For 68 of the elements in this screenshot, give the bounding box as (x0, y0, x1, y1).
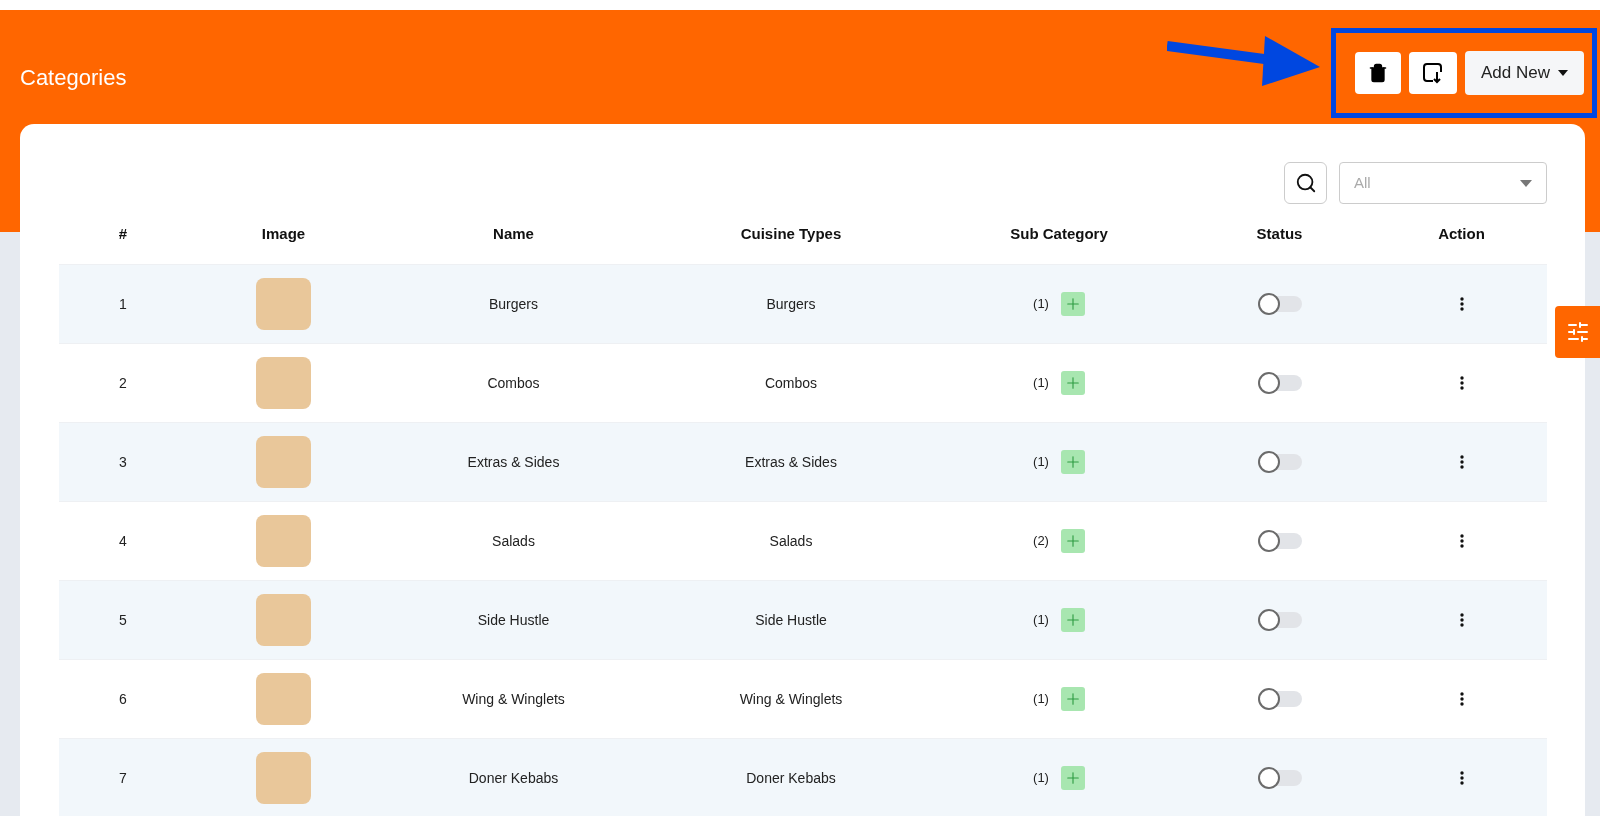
status-toggle[interactable] (1257, 451, 1302, 473)
search-icon (1294, 172, 1317, 194)
column-header: Action (1438, 223, 1485, 244)
row-number: 6 (119, 689, 127, 709)
more-icon (1459, 455, 1464, 469)
row-number: 2 (119, 373, 127, 393)
more-icon (1459, 297, 1464, 311)
column-header: Image (261, 223, 306, 244)
category-name: Combos (487, 373, 540, 393)
cuisine-type: Wing & Winglets (739, 689, 843, 709)
row-number: 5 (119, 610, 127, 630)
caret-icon (1558, 70, 1568, 76)
photo-placeholder (256, 357, 311, 409)
status-toggle[interactable] (1257, 767, 1302, 789)
sliders-icon (1565, 320, 1590, 344)
import-icon (1422, 62, 1444, 84)
row-number: 1 (119, 294, 127, 314)
photo-placeholder (256, 278, 311, 330)
cuisine-type: Salads (769, 531, 813, 551)
page-title: Categories (20, 63, 127, 92)
status-toggle[interactable] (1257, 609, 1302, 631)
settings-tab[interactable] (1555, 306, 1600, 358)
category-name: Salads (492, 531, 535, 551)
caret-icon (1520, 179, 1532, 187)
subcategory-count: (1) (1033, 295, 1049, 314)
import-button[interactable] (1409, 52, 1457, 94)
category-name: Extras & Sides (467, 452, 560, 472)
subcategory-count: (1) (1033, 769, 1049, 788)
row-number: 3 (119, 452, 127, 472)
status-toggle[interactable] (1257, 293, 1302, 315)
category-name: Wing & Winglets (462, 689, 565, 709)
subcategory-count: (1) (1033, 690, 1049, 709)
photo-placeholder (256, 515, 311, 567)
photo-placeholder (256, 436, 311, 488)
subcategory-count: (2) (1033, 532, 1049, 551)
more-icon (1459, 771, 1464, 785)
cuisine-type: Doner Kebabs (746, 768, 836, 788)
delete-button[interactable] (1355, 52, 1401, 94)
cuisine-type: Burgers (766, 294, 816, 314)
status-toggle[interactable] (1257, 372, 1302, 394)
more-icon (1459, 692, 1464, 706)
category-name: Side Hustle (477, 610, 550, 630)
add-new-button[interactable]: Add New (1465, 51, 1584, 95)
column-header: Sub Category (1010, 223, 1108, 244)
more-icon (1459, 376, 1464, 390)
photo-placeholder (256, 673, 311, 725)
row-number: 7 (119, 768, 127, 788)
cuisine-type: Combos (764, 373, 818, 393)
search-button[interactable] (1284, 162, 1327, 204)
column-header: Name (493, 223, 534, 244)
subcategory-count: (1) (1033, 611, 1049, 630)
column-header: # (118, 223, 128, 244)
row-number: 4 (119, 531, 127, 551)
trash-icon (1368, 63, 1388, 83)
cuisine-type: Side Hustle (755, 610, 827, 630)
subcategory-count: (1) (1033, 453, 1049, 472)
status-toggle[interactable] (1257, 530, 1302, 552)
category-name: Burgers (489, 294, 538, 314)
column-header: Status (1256, 223, 1303, 244)
more-icon (1459, 534, 1464, 548)
column-header: Cuisine Types (740, 223, 842, 244)
status-toggle[interactable] (1257, 688, 1302, 710)
category-name: Doner Kebabs (468, 768, 559, 788)
cuisine-type: Extras & Sides (745, 452, 837, 472)
more-icon (1459, 613, 1464, 627)
photo-placeholder (256, 594, 311, 646)
subcategory-count: (1) (1033, 374, 1049, 393)
photo-placeholder (256, 752, 311, 804)
